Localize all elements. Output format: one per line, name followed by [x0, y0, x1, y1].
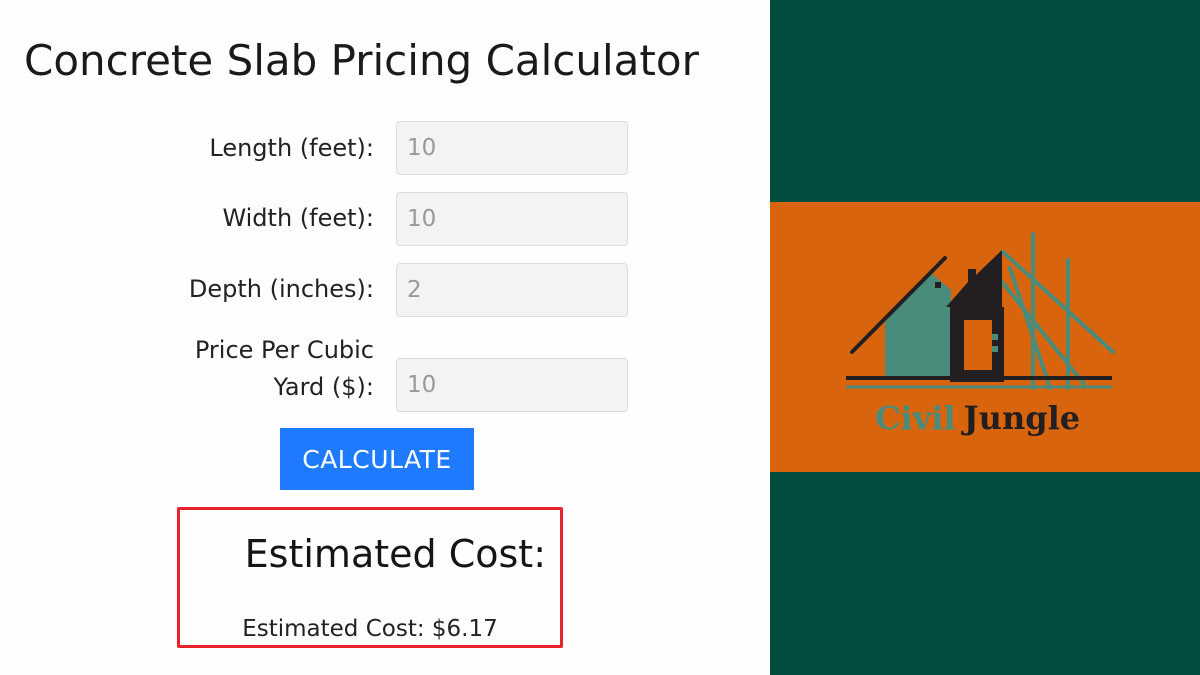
result-text: Estimated Cost: $6.17 [242, 616, 498, 642]
brand-panel: Civil Jungle [770, 0, 1200, 675]
brand-name-jungle: Jungle [961, 399, 1081, 437]
page-title: Concrete Slab Pricing Calculator [24, 36, 699, 85]
price-per-cubic-yard-input[interactable] [396, 358, 628, 412]
depth-label: Depth (inches): [188, 275, 374, 303]
brand-name-civil: Civil [875, 399, 956, 437]
price-per-cubic-yard-label: Price Per Cubic Yard ($): [194, 336, 374, 401]
width-label: Width (feet): [222, 204, 374, 232]
length-input[interactable] [396, 121, 628, 175]
svg-text:CivilJungle: Civil Jungle [875, 399, 1080, 437]
calculator-panel: Concrete Slab Pricing Calculator Length … [0, 0, 770, 675]
width-input[interactable] [396, 192, 628, 246]
length-label: Length (feet): [209, 134, 374, 162]
result-heading: Estimated Cost: [244, 532, 546, 576]
calculate-button[interactable]: CALCULATE [280, 428, 474, 490]
result-box: Estimated Cost: Estimated Cost: $6.17 [177, 507, 563, 648]
brand-band: Civil Jungle [770, 202, 1200, 472]
depth-input[interactable] [396, 263, 628, 317]
civil-jungle-logo: Civil Jungle [846, 232, 1115, 437]
